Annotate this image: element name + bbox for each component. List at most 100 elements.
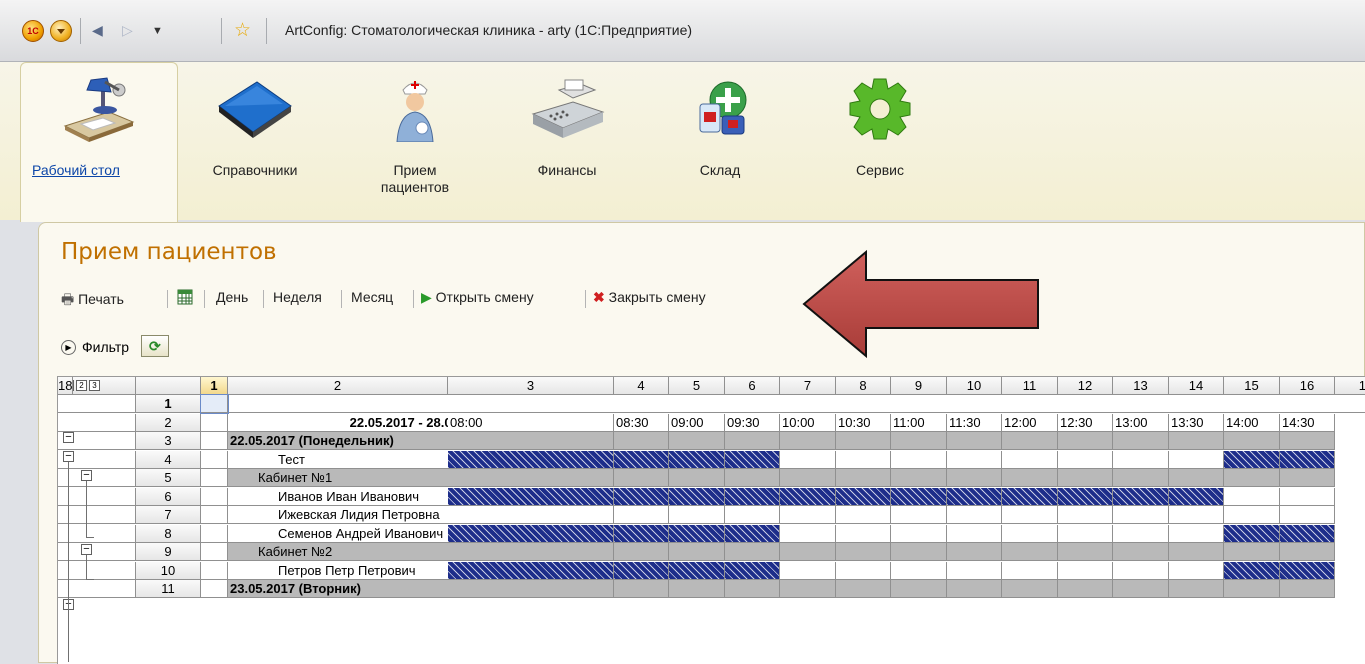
- busy-slot[interactable]: [1280, 451, 1335, 469]
- first-column-cell[interactable]: [201, 432, 228, 450]
- group-slot[interactable]: [1113, 543, 1169, 561]
- group-slot[interactable]: [448, 580, 614, 598]
- column-header[interactable]: 10: [947, 377, 1002, 395]
- selected-cell[interactable]: [200, 394, 229, 414]
- row-header[interactable]: 10: [136, 562, 201, 580]
- time-slot-header[interactable]: 11:00: [891, 414, 947, 432]
- busy-slot[interactable]: [1280, 525, 1335, 543]
- free-slot[interactable]: [836, 451, 891, 469]
- free-slot[interactable]: [780, 562, 836, 580]
- outline-gutter[interactable]: [58, 525, 136, 543]
- busy-slot[interactable]: [836, 488, 891, 506]
- outline-gutter[interactable]: [58, 488, 136, 506]
- column-header[interactable]: 3: [448, 377, 614, 395]
- row-header[interactable]: 2: [136, 414, 201, 432]
- first-column-cell[interactable]: [201, 488, 228, 506]
- group-slot[interactable]: [1002, 543, 1058, 561]
- busy-slot[interactable]: [669, 525, 725, 543]
- column-header[interactable]: 9: [891, 377, 947, 395]
- close-shift-button[interactable]: ✖ Закрыть смену: [593, 289, 706, 306]
- section-service[interactable]: Сервис: [825, 76, 935, 179]
- free-slot[interactable]: [1169, 525, 1224, 543]
- busy-slot[interactable]: [725, 488, 780, 506]
- busy-slot[interactable]: [1002, 488, 1058, 506]
- group-slot[interactable]: [614, 580, 669, 598]
- free-slot[interactable]: [836, 525, 891, 543]
- outline-gutter[interactable]: [58, 580, 136, 598]
- free-slot[interactable]: [1224, 506, 1280, 524]
- free-slot[interactable]: [725, 506, 780, 524]
- column-header[interactable]: 6: [725, 377, 780, 395]
- time-slot-header[interactable]: 12:00: [1002, 414, 1058, 432]
- group-slot[interactable]: [1058, 543, 1113, 561]
- corner-cell[interactable]: [136, 377, 201, 395]
- group-slot[interactable]: [1113, 432, 1169, 450]
- busy-slot[interactable]: [614, 525, 669, 543]
- row-header[interactable]: 4: [136, 451, 201, 469]
- group-slot[interactable]: [1224, 469, 1280, 487]
- first-column-cell[interactable]: [201, 469, 228, 487]
- history-dropdown-icon[interactable]: ▼: [152, 25, 163, 37]
- outline-gutter[interactable]: [58, 543, 136, 561]
- time-slot-header[interactable]: 09:00: [669, 414, 725, 432]
- free-slot[interactable]: [947, 562, 1002, 580]
- group-slot[interactable]: [669, 543, 725, 561]
- free-slot[interactable]: [1058, 525, 1113, 543]
- free-slot[interactable]: [1169, 451, 1224, 469]
- free-slot[interactable]: [947, 506, 1002, 524]
- free-slot[interactable]: [780, 506, 836, 524]
- busy-slot[interactable]: [1224, 562, 1280, 580]
- first-column-cell[interactable]: [201, 580, 228, 598]
- group-slot[interactable]: [1169, 432, 1224, 450]
- group-slot[interactable]: [448, 469, 614, 487]
- group-slot[interactable]: [1169, 543, 1224, 561]
- outline-gutter[interactable]: [58, 414, 136, 432]
- group-slot[interactable]: [614, 543, 669, 561]
- group-slot[interactable]: [1280, 543, 1335, 561]
- group-slot[interactable]: [836, 432, 891, 450]
- busy-slot[interactable]: [725, 562, 780, 580]
- group-slot[interactable]: [1058, 469, 1113, 487]
- section-patient-reception[interactable]: Прием пациентов: [360, 76, 470, 196]
- app-logo-icon[interactable]: 1С: [22, 20, 44, 42]
- group-slot[interactable]: [1280, 580, 1335, 598]
- column-header[interactable]: 4: [614, 377, 669, 395]
- column-header[interactable]: 17: [1335, 377, 1365, 395]
- column-header[interactable]: 2: [228, 377, 448, 395]
- group-slot[interactable]: [780, 580, 836, 598]
- group-slot[interactable]: [1280, 432, 1335, 450]
- free-slot[interactable]: [1169, 562, 1224, 580]
- column-header[interactable]: 12: [1058, 377, 1113, 395]
- group-slot[interactable]: [780, 469, 836, 487]
- free-slot[interactable]: [836, 506, 891, 524]
- busy-slot[interactable]: [1224, 525, 1280, 543]
- group-slot[interactable]: [669, 432, 725, 450]
- free-slot[interactable]: [891, 562, 947, 580]
- column-header[interactable]: 1: [201, 377, 228, 395]
- free-slot[interactable]: [1002, 525, 1058, 543]
- group-slot[interactable]: [1224, 432, 1280, 450]
- group-slot[interactable]: [725, 469, 780, 487]
- busy-slot[interactable]: [780, 488, 836, 506]
- column-header[interactable]: 16: [1280, 377, 1335, 395]
- group-slot[interactable]: [1002, 580, 1058, 598]
- group-slot[interactable]: [780, 543, 836, 561]
- row-header[interactable]: 6: [136, 488, 201, 506]
- month-button[interactable]: Месяц: [351, 289, 393, 305]
- free-slot[interactable]: [1169, 506, 1224, 524]
- group-slot[interactable]: [1058, 432, 1113, 450]
- group-slot[interactable]: [725, 580, 780, 598]
- back-icon[interactable]: ◀: [92, 22, 103, 39]
- first-column-cell[interactable]: [201, 414, 228, 432]
- column-header[interactable]: 11: [1002, 377, 1058, 395]
- group-slot[interactable]: [669, 469, 725, 487]
- time-slot-header[interactable]: 12:30: [1058, 414, 1113, 432]
- free-slot[interactable]: [448, 506, 614, 524]
- free-slot[interactable]: [1002, 506, 1058, 524]
- group-slot[interactable]: [725, 432, 780, 450]
- row-header[interactable]: 11: [136, 580, 201, 598]
- group-slot[interactable]: [448, 432, 614, 450]
- group-level-button[interactable]: 3: [89, 380, 100, 391]
- time-slot-header[interactable]: 14:00: [1224, 414, 1280, 432]
- free-slot[interactable]: [669, 506, 725, 524]
